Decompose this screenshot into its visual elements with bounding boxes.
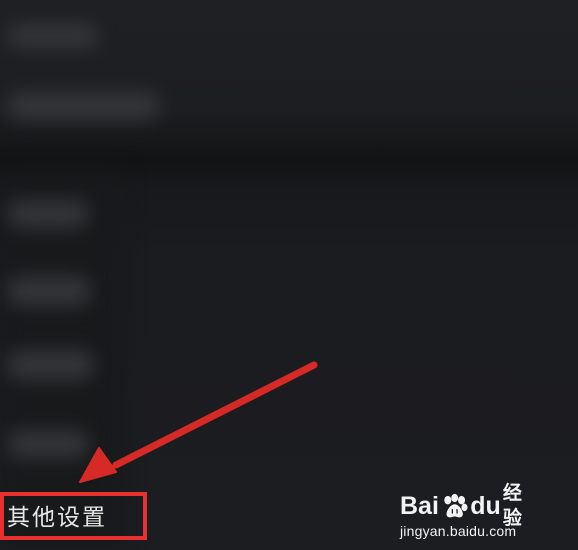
other-settings-item[interactable]: 其他设置 [7, 504, 107, 532]
baidu-jingyan-watermark: Bai du 经验 jingyan.baidu.com [400, 482, 540, 542]
watermark-url: jingyan.baidu.com [400, 523, 517, 539]
watermark-brand-du: du [470, 491, 501, 520]
red-arrow-icon [79, 361, 318, 483]
baidu-paw-icon [444, 493, 468, 518]
settings-screen: 其他设置 Bai du 经验 jingyan.baidu.com [0, 0, 578, 550]
watermark-brand: Bai du 经验 [400, 482, 540, 529]
watermark-brand-bai: Bai [400, 491, 439, 520]
